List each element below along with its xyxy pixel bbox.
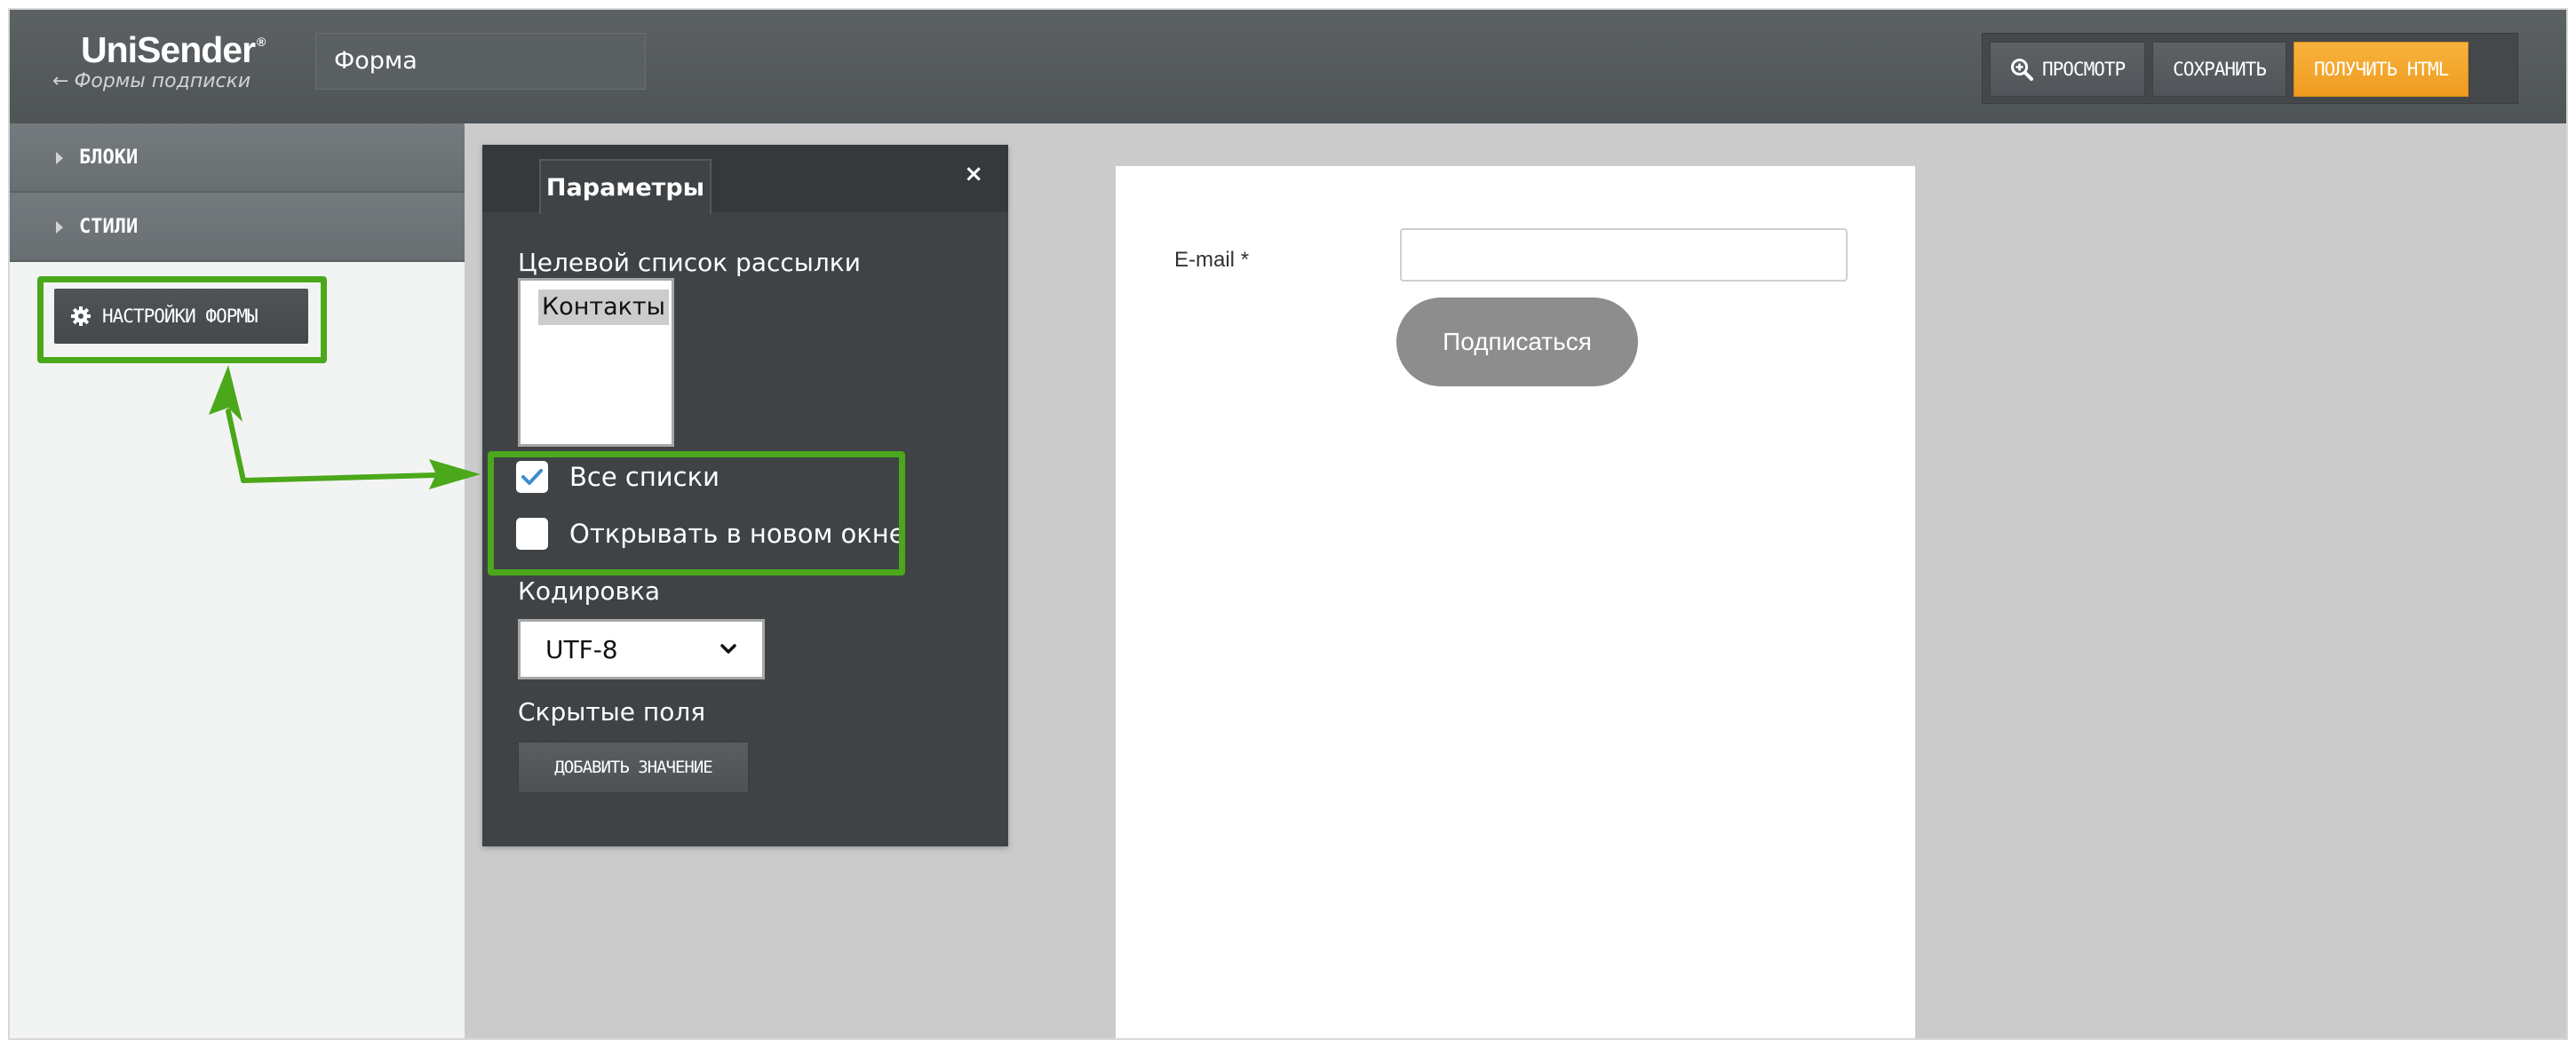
arrow-up-icon — [209, 365, 242, 422]
app-frame: UniSender ® ← Формы подписки Форма ПРОСМОТ… — [8, 8, 2568, 1040]
arrow-right-icon — [429, 459, 481, 489]
annotation-arrows — [209, 365, 481, 489]
